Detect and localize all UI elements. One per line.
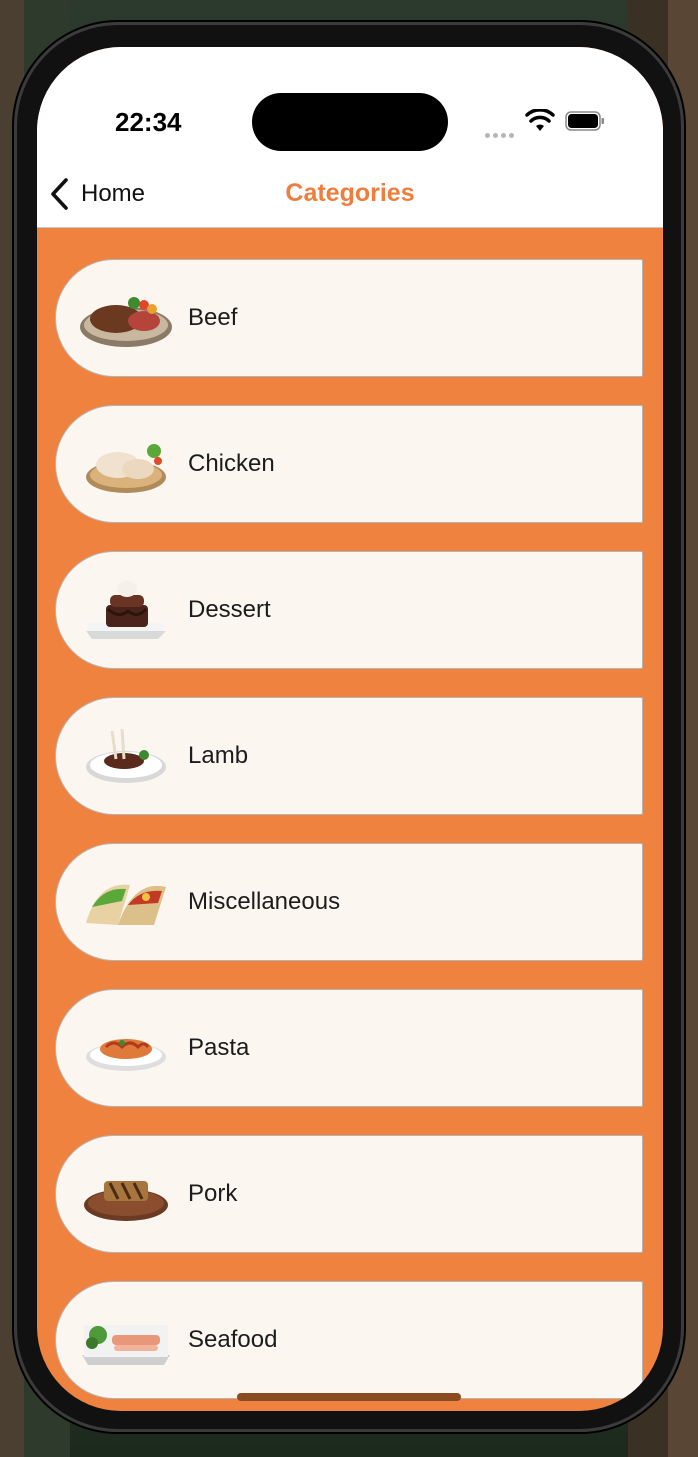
- category-label: Lamb: [188, 742, 249, 769]
- category-row-pork[interactable]: Pork: [55, 1135, 643, 1253]
- category-row-miscellaneous[interactable]: Miscellaneous: [55, 843, 643, 961]
- dynamic-island: [252, 93, 448, 151]
- category-label: Chicken: [188, 450, 275, 477]
- cellular-signal-icon: [485, 125, 517, 138]
- dessert-icon: [86, 581, 166, 639]
- battery-icon: [565, 111, 604, 131]
- category-row-seafood[interactable]: Seafood: [55, 1281, 643, 1399]
- wifi-icon: [525, 109, 555, 131]
- category-row-beef[interactable]: Beef: [55, 259, 643, 377]
- home-indicator[interactable]: [237, 1393, 461, 1401]
- beef-icon: [80, 297, 172, 347]
- pasta-icon: [86, 1039, 166, 1071]
- category-label: Dessert: [188, 596, 271, 623]
- category-row-pasta[interactable]: Pasta: [55, 989, 643, 1107]
- status-time: 22:34: [115, 107, 182, 137]
- page-title: Categories: [285, 179, 415, 207]
- category-label: Seafood: [188, 1326, 278, 1353]
- category-label: Beef: [188, 304, 238, 331]
- category-row-lamb[interactable]: Lamb: [55, 697, 643, 815]
- category-row-chicken[interactable]: Chicken: [55, 405, 643, 523]
- navigation-bar: 22:34 Home Categories: [37, 47, 663, 228]
- app-screen: 22:34 Home Categories Beef Chicken Desse…: [37, 47, 663, 1411]
- tacos-icon: [86, 884, 166, 925]
- category-label: Pasta: [188, 1034, 250, 1061]
- category-row-dessert[interactable]: Dessert: [55, 551, 643, 669]
- category-list: Beef Chicken Dessert Lamb Miscellaneous …: [55, 259, 645, 1411]
- seafood-icon: [82, 1325, 170, 1365]
- category-label: Pork: [188, 1180, 238, 1207]
- phone-frame: 22:34 Home Categories Beef Chicken Desse…: [14, 22, 684, 1432]
- pork-icon: [84, 1181, 168, 1221]
- lamb-icon: [86, 728, 166, 783]
- category-label: Miscellaneous: [188, 888, 341, 915]
- chicken-icon: [86, 444, 166, 493]
